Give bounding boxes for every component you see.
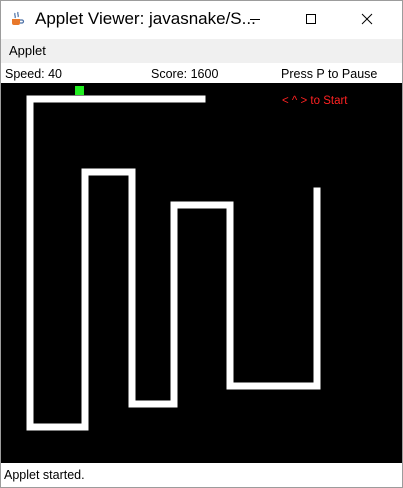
maximize-icon	[306, 14, 316, 24]
food-pellet	[75, 86, 84, 95]
maximize-button[interactable]	[288, 1, 334, 39]
window-title: Applet Viewer: javasnake/S...	[35, 9, 256, 28]
close-icon	[361, 13, 373, 25]
start-hint: < ^ > to Start	[282, 95, 348, 107]
applet-status-text: Applet started.	[4, 468, 85, 482]
minimize-button[interactable]	[232, 1, 278, 39]
applet-status-bar: Applet started.	[1, 463, 402, 487]
game-canvas[interactable]: < ^ > to Start	[1, 83, 402, 463]
minimize-icon	[250, 19, 260, 20]
title-bar[interactable]: Applet Viewer: javasnake/S...	[1, 1, 402, 39]
java-cup-icon	[9, 11, 25, 27]
applet-viewer-window: Applet Viewer: javasnake/S... Applet Spe…	[0, 0, 403, 488]
score-readout: Score: 1600	[151, 67, 219, 81]
close-button[interactable]	[344, 1, 390, 39]
game-board: < ^ > to Start	[26, 86, 348, 431]
snake-body	[26, 95, 321, 431]
menu-applet[interactable]: Applet	[9, 43, 46, 58]
pause-hint: Press P to Pause	[281, 67, 378, 81]
menu-bar: Applet	[1, 39, 402, 63]
speed-readout: Speed: 40	[5, 67, 62, 81]
game-status-line: Speed: 40 Score: 1600 Press P to Pause	[1, 63, 402, 83]
